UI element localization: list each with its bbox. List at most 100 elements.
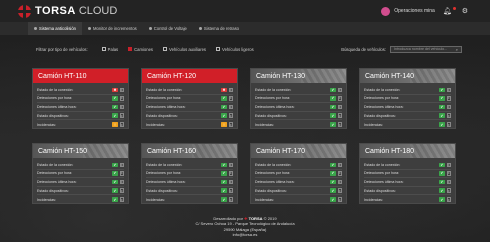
info-icon[interactable]: ≡ — [337, 87, 342, 93]
info-icon[interactable]: ≡ — [337, 96, 342, 101]
info-icon[interactable]: ≡ — [446, 96, 451, 101]
card-header[interactable]: Camión HT-170 — [251, 144, 346, 158]
info-icon[interactable]: ≡ — [119, 188, 124, 193]
row-label: Detecciones última hora: — [37, 104, 77, 109]
row-label: Estado dispositivos: — [364, 188, 396, 193]
info-icon[interactable]: ≡ — [337, 104, 342, 110]
info-icon[interactable]: ≡ — [337, 197, 342, 202]
bell-icon[interactable]: 🔔︎ — [443, 7, 452, 15]
info-icon[interactable]: ≡ — [337, 122, 342, 127]
info-icon[interactable]: ≡ — [228, 113, 233, 118]
info-icon[interactable]: ≡ — [446, 113, 451, 118]
info-icon[interactable]: ≡ — [119, 104, 124, 110]
vehicle-card[interactable]: Camión HT-180 Estado de la conexión: ✔ ≡ Det… — [359, 143, 456, 204]
info-icon[interactable]: ≡ — [446, 122, 451, 127]
info-icon[interactable]: ≡ — [337, 162, 342, 168]
info-icon[interactable]: ≡ — [228, 122, 233, 127]
gear-icon[interactable]: ⚙ — [462, 7, 468, 15]
info-icon[interactable]: ≡ — [446, 104, 451, 110]
vehicle-card-grid: Camión HT-110 Estado de la conexión: ✖ ≡ Det… — [32, 68, 458, 204]
row-label: Estado dispositivos: — [146, 188, 178, 193]
nav-item-2[interactable]: Control de Voltaje — [143, 22, 193, 35]
check-icon: ✔ — [439, 171, 445, 176]
main-nav: Sistema anticolisión Monitor de increment… — [0, 22, 490, 35]
search-input[interactable]: Introduzca nombre del vehículo... ⌕ — [390, 45, 462, 53]
info-icon[interactable]: ≡ — [228, 188, 233, 193]
card-header[interactable]: Camión HT-130 — [251, 69, 346, 83]
footer-brand: TORSA — [248, 216, 263, 221]
filter-checkbox-3[interactable]: Vehículos ligeros — [216, 47, 254, 52]
checkbox-icon[interactable] — [216, 47, 221, 51]
nav-item-label: Monitor de incrementos — [93, 26, 137, 31]
info-icon[interactable]: ≡ — [228, 162, 233, 168]
vehicle-card[interactable]: Camión HT-110 Estado de la conexión: ✖ ≡ Det… — [32, 68, 129, 129]
card-body: Estado de la conexión: ✖ ≡ Detecciones por … — [33, 83, 128, 129]
info-icon[interactable]: ≡ — [446, 188, 451, 193]
nav-item-3[interactable]: Sistema de retraso — [193, 22, 245, 35]
checkbox-icon[interactable] — [163, 47, 168, 51]
info-icon[interactable]: ≡ — [446, 162, 451, 168]
card-header[interactable]: Camión HT-150 — [33, 144, 128, 158]
info-icon[interactable]: ≡ — [119, 113, 124, 118]
info-icon[interactable]: ≡ — [228, 96, 233, 101]
vehicle-card[interactable]: Camión HT-140 Estado de la conexión: ✔ ≡ Det… — [359, 68, 456, 129]
row-label: Detecciones por hora: — [146, 96, 182, 101]
info-icon[interactable]: ≡ — [119, 162, 124, 168]
search-icon[interactable]: ⌕ — [456, 47, 458, 52]
info-icon[interactable]: ≡ — [119, 122, 124, 127]
card-row: Estado de la conexión: ✔ ≡ — [364, 161, 451, 170]
info-icon[interactable]: ≡ — [446, 179, 451, 185]
row-label: Detecciones por hora: — [37, 171, 73, 176]
info-icon[interactable]: ≡ — [228, 179, 233, 185]
nav-item-0[interactable]: Sistema anticolisión — [28, 22, 83, 35]
filter-checkbox-2[interactable]: Vehículos auxiliares — [163, 47, 206, 52]
info-icon[interactable]: ≡ — [119, 197, 124, 202]
row-label: Detecciones por hora: — [255, 171, 291, 176]
info-icon[interactable]: ≡ — [446, 197, 451, 202]
info-icon[interactable]: ≡ — [337, 188, 342, 193]
card-header[interactable]: Camión HT-120 — [142, 69, 237, 83]
vehicle-card[interactable]: Camión HT-150 Estado de la conexión: ✔ ≡ Det… — [32, 143, 129, 204]
vehicle-card[interactable]: Camión HT-170 Estado de la conexión: ✔ ≡ Det… — [250, 143, 347, 204]
clock-icon — [198, 27, 202, 30]
info-icon[interactable]: ≡ — [337, 179, 342, 185]
info-icon[interactable]: ≡ — [119, 171, 124, 176]
card-header[interactable]: Camión HT-180 — [360, 144, 455, 158]
nav-item-1[interactable]: Monitor de incrementos — [82, 22, 143, 35]
row-label: Incidencias: — [255, 122, 274, 127]
info-icon[interactable]: ≡ — [228, 197, 233, 202]
avatar[interactable] — [381, 6, 391, 16]
checkbox-icon[interactable] — [128, 47, 133, 51]
card-row: Detecciones última hora: ✔ ≡ — [364, 178, 451, 187]
card-header[interactable]: Camión HT-140 — [360, 69, 455, 83]
filter-checkbox-0[interactable]: Palas — [101, 47, 118, 52]
info-icon[interactable]: ≡ — [337, 113, 342, 118]
filter-checkbox-1[interactable]: Camiones — [128, 47, 153, 52]
vehicle-card[interactable]: Camión HT-120 Estado de la conexión: ✖ ≡ Det… — [141, 68, 238, 129]
info-icon[interactable]: ≡ — [228, 171, 233, 176]
info-icon[interactable]: ≡ — [446, 87, 451, 93]
info-icon[interactable]: ≡ — [228, 104, 233, 110]
row-label: Estado dispositivos: — [255, 188, 287, 193]
info-icon[interactable]: ≡ — [119, 96, 124, 101]
info-icon[interactable]: ≡ — [119, 87, 124, 93]
torsa-logo-icon[interactable] — [18, 4, 31, 18]
card-row: Detecciones última hora: ✔ ≡ — [255, 103, 342, 112]
checkbox-icon[interactable] — [101, 47, 106, 51]
vehicle-card[interactable]: Camión HT-130 Estado de la conexión: ✔ ≡ Det… — [250, 68, 347, 129]
card-header[interactable]: Camión HT-160 — [142, 144, 237, 158]
check-icon: ✔ — [221, 96, 227, 101]
user-name[interactable]: Operaciones mina — [394, 8, 435, 14]
info-icon[interactable]: ≡ — [446, 171, 451, 176]
info-icon[interactable]: ≡ — [228, 87, 233, 93]
footer-email[interactable]: info@torsa.es — [0, 232, 490, 237]
check-icon: ✔ — [221, 104, 227, 110]
card-row: Incidencias:! ≡ — [146, 120, 233, 129]
info-icon[interactable]: ≡ — [119, 179, 124, 185]
card-header[interactable]: Camión HT-110 — [33, 69, 128, 83]
info-icon[interactable]: ≡ — [337, 171, 342, 176]
vehicle-card[interactable]: Camión HT-160 Estado de la conexión: ✔ ≡ Det… — [141, 143, 238, 204]
brand-name[interactable]: TORSA — [35, 5, 76, 17]
card-row: Detecciones por hora: ✔ ≡ — [364, 170, 451, 179]
check-icon: ✔ — [112, 188, 118, 193]
